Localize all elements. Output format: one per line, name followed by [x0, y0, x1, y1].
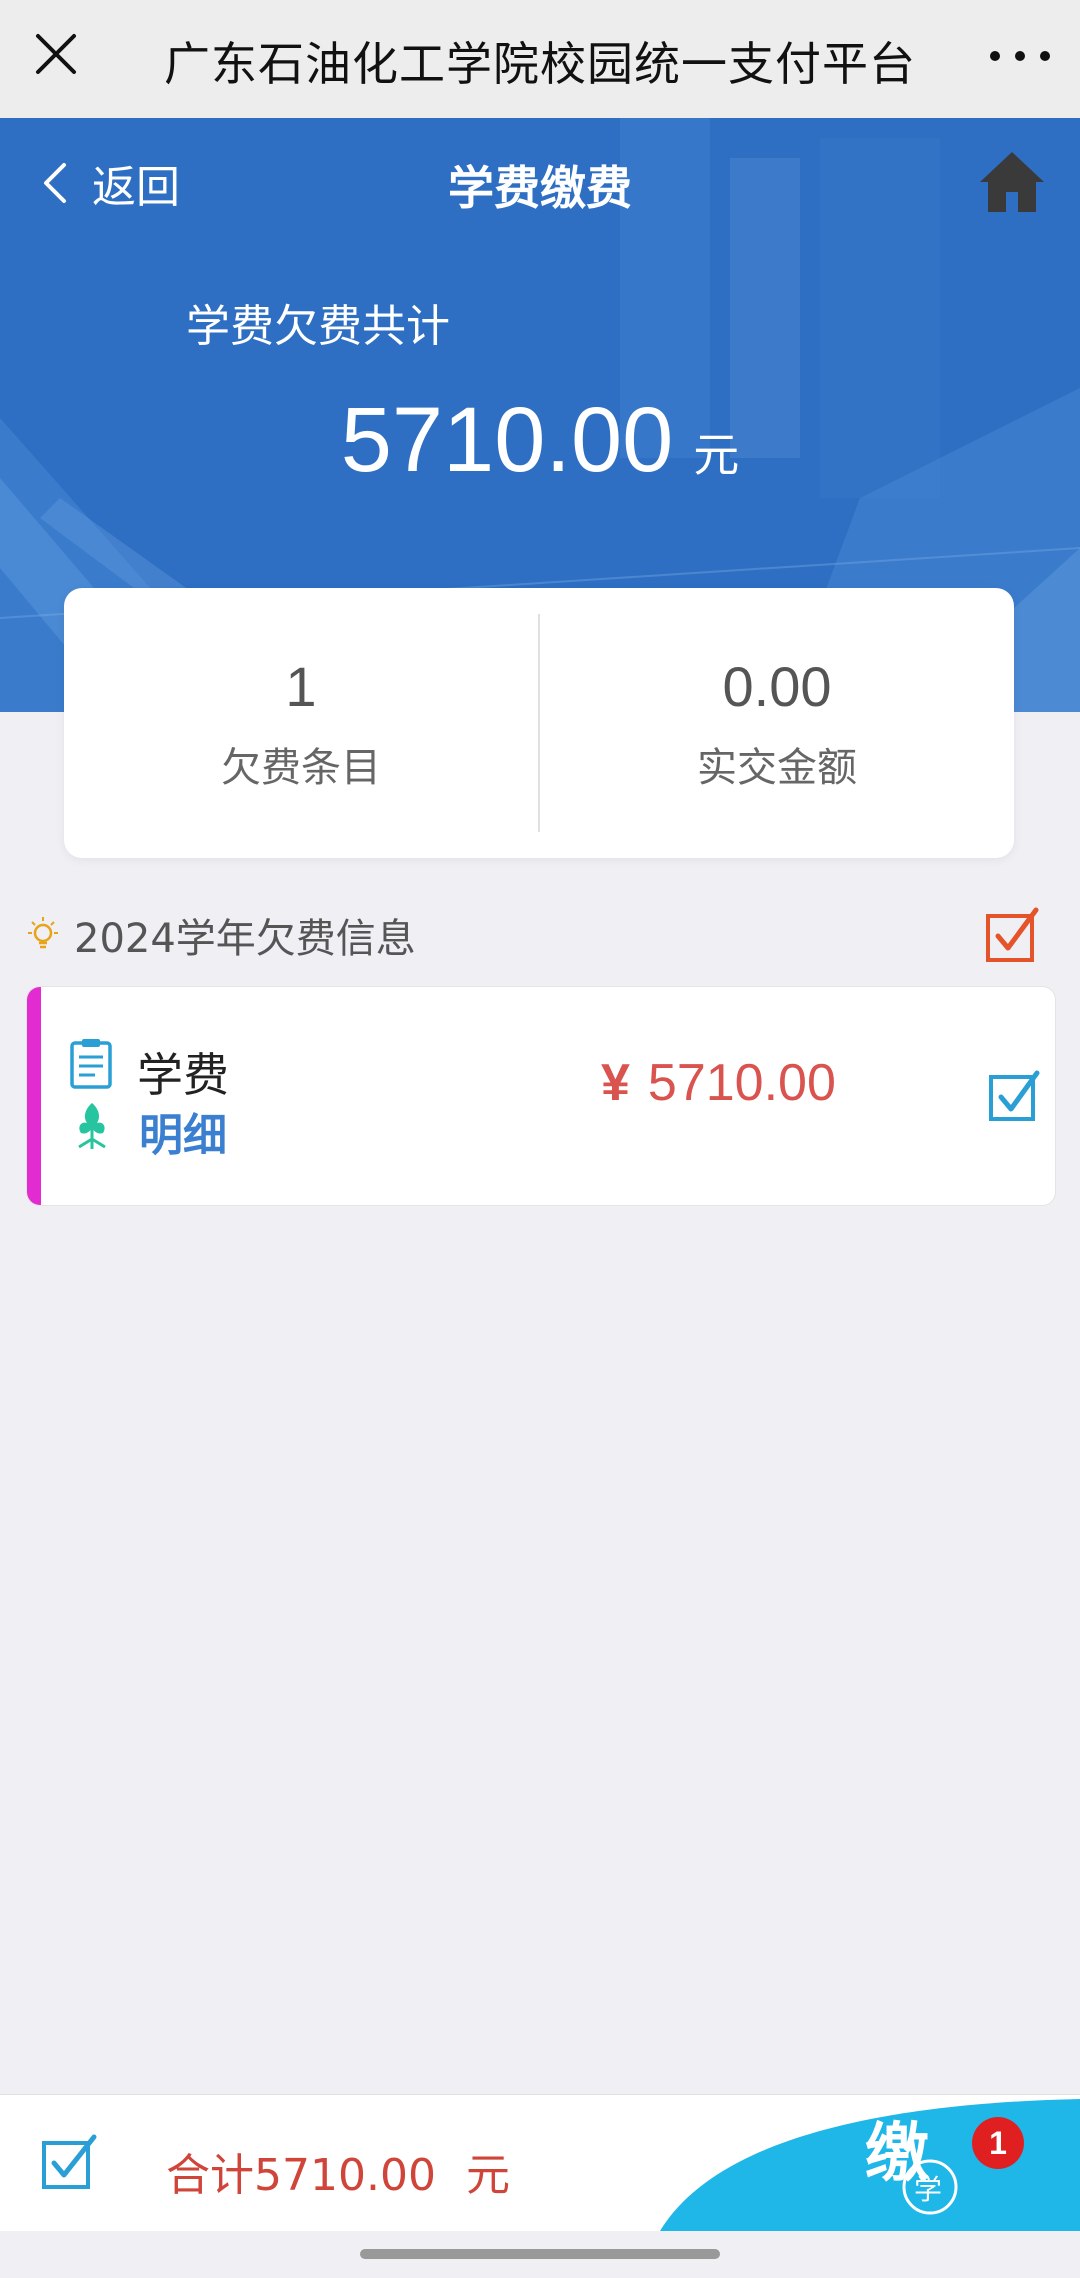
total-text: 合计5710.00: [166, 2150, 436, 2201]
fee-item-name: 学费: [137, 1048, 229, 1102]
clipboard-icon: [70, 1039, 112, 1089]
owe-total-label: 学费欠费共计: [186, 301, 450, 352]
section-title: 2024学年欠费信息: [74, 916, 416, 962]
accent-bar: [27, 987, 41, 1205]
summary-item-paid: 0.00 实交金额: [540, 588, 1014, 858]
summary-value: 0.00: [722, 654, 832, 718]
summary-value: 1: [285, 654, 317, 718]
summary-label: 实交金额: [697, 744, 857, 791]
bulb-icon: [28, 917, 58, 949]
owe-amount-value: 5710.00: [340, 389, 674, 491]
app-title: 广东石油化工学院校园统一支付平台: [164, 37, 916, 91]
total-amount: 合计5710.00 元: [166, 2139, 510, 2203]
owe-amount-unit: 元: [693, 428, 740, 482]
fee-item-checkbox[interactable]: [987, 1067, 1043, 1123]
fee-detail-link[interactable]: 明细: [139, 1099, 227, 1163]
page-title: 学费缴费: [448, 161, 632, 215]
close-icon[interactable]: [28, 26, 84, 82]
home-icon[interactable]: [978, 148, 1046, 216]
fee-item-amount: 5710.00: [647, 1054, 836, 1112]
summary-item-count: 1 欠费条目: [64, 588, 538, 858]
summary-label: 欠费条目: [221, 744, 381, 791]
owe-total-amount: 5710.00 元: [0, 388, 1080, 493]
select-all-checkbox[interactable]: [984, 906, 1042, 964]
total-unit: 元: [465, 2150, 510, 2201]
section-header: 2024学年欠费信息: [24, 900, 1056, 970]
currency-symbol: ¥: [601, 1054, 630, 1112]
checkout-bar: 合计5710.00 元 缴 学 1: [0, 2094, 1080, 2231]
app-titlebar: 广东石油化工学院校园统一支付平台: [0, 0, 1080, 118]
fee-item-card[interactable]: 学费 明细 ¥5710.00: [26, 986, 1056, 1206]
fee-item-price: ¥5710.00: [601, 1053, 836, 1113]
pay-tuition-icon[interactable]: 缴 学: [660, 2095, 1080, 2231]
svg-text:学: 学: [914, 2173, 942, 2206]
more-icon[interactable]: [990, 36, 1050, 76]
select-all-footer-checkbox[interactable]: [40, 2133, 100, 2193]
detail-tree-icon: [78, 1103, 106, 1149]
notification-badge: 1: [972, 2117, 1024, 2169]
home-indicator: [360, 2249, 720, 2259]
summary-card: 1 欠费条目 0.00 实交金额: [64, 588, 1014, 858]
